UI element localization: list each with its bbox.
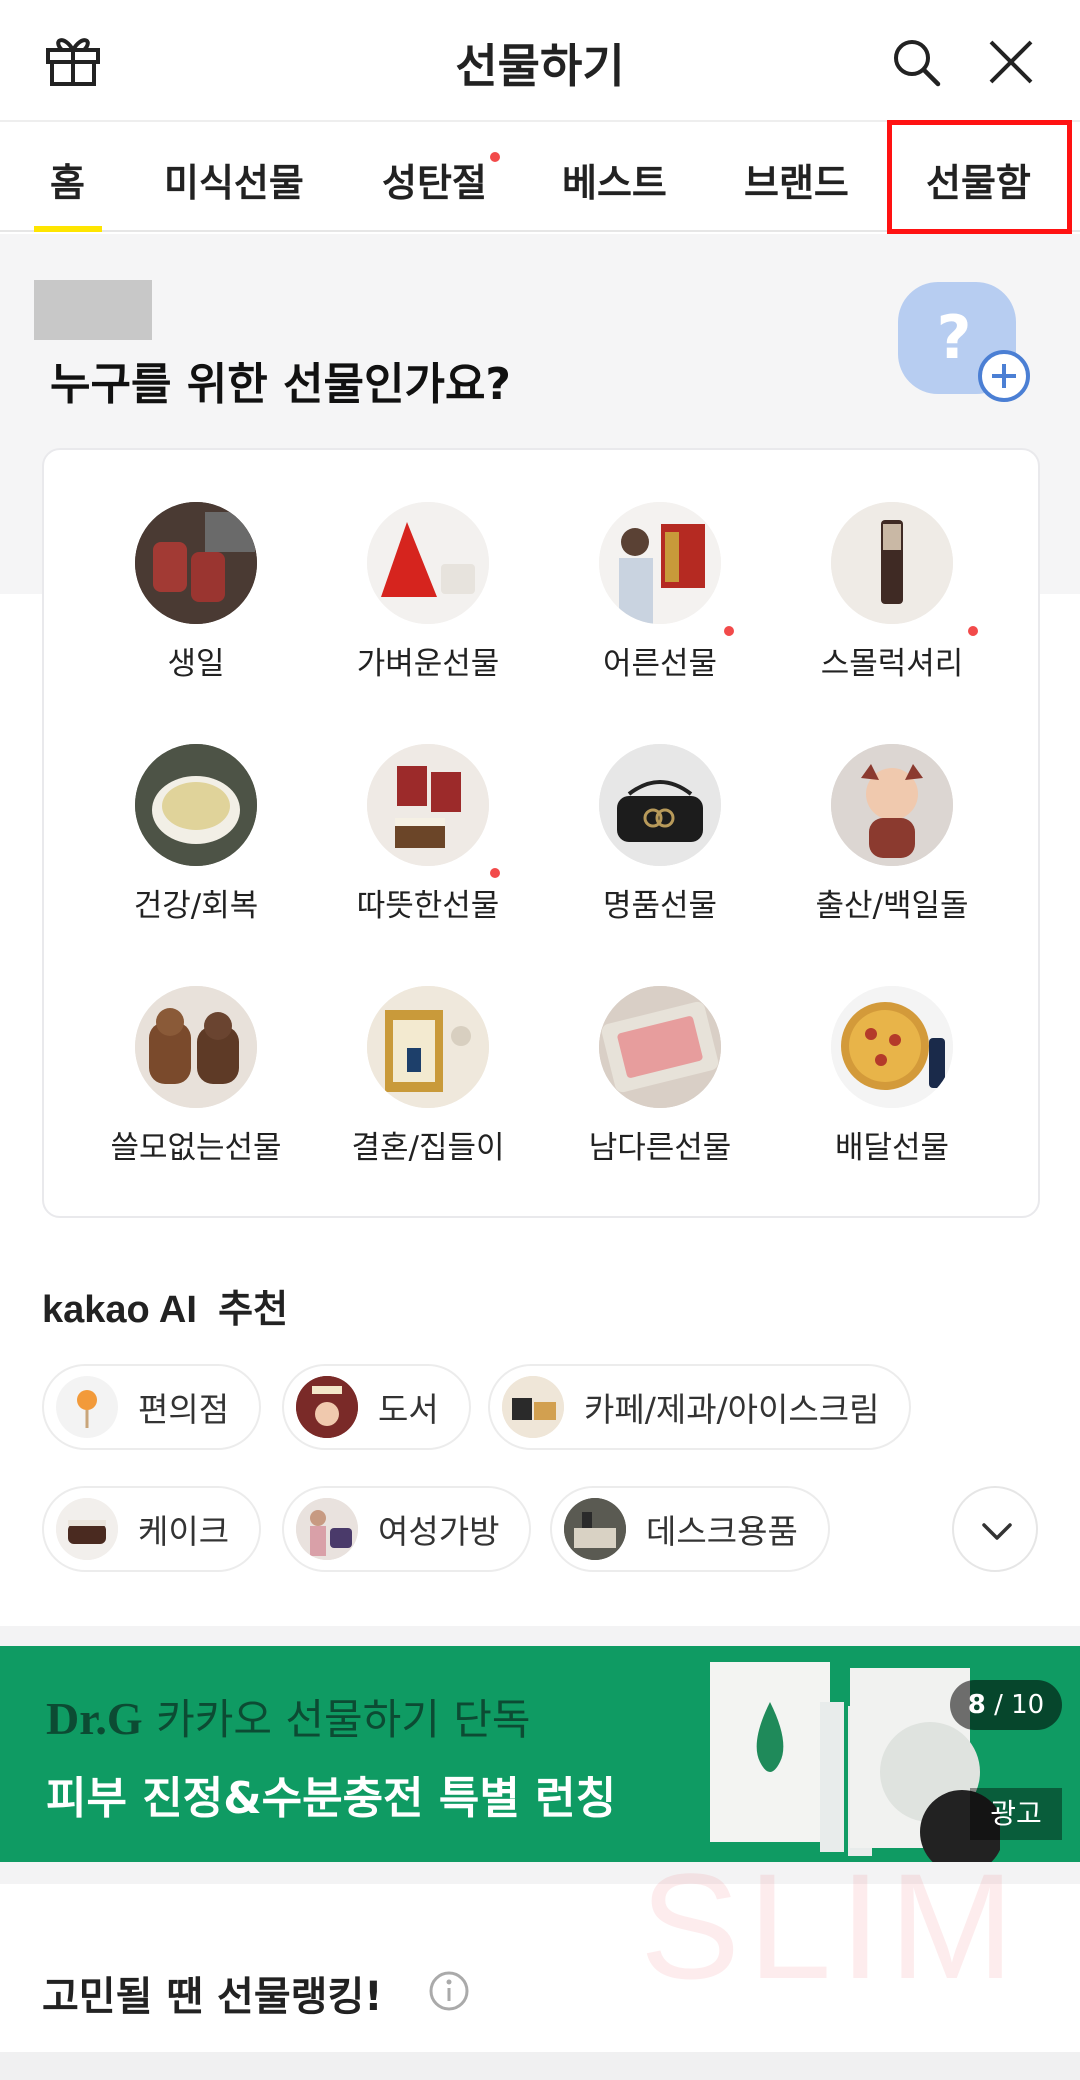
banner-counter-current: 8 xyxy=(967,1690,986,1720)
tab-home[interactable]: 홈 xyxy=(50,152,85,207)
chip-label: 케이크 xyxy=(138,1512,230,1551)
chip-cafe[interactable]: 카페/제과/아이스크림 xyxy=(488,1364,912,1450)
banner-page-counter: 8 / 10 xyxy=(950,1680,1062,1730)
banner-counter-separator: / xyxy=(985,1690,1012,1720)
category-image xyxy=(831,502,953,624)
category-label: 명품선물 xyxy=(602,888,718,924)
watermark: SLIM xyxy=(640,1842,1023,2010)
hero-question: 누구를 위한 선물인가요? xyxy=(50,359,511,410)
category-special-gift[interactable]: 남다른선물 xyxy=(544,986,776,1167)
banner-line1-text: 카카오 선물하기 단독 xyxy=(156,1695,531,1744)
new-dot xyxy=(968,626,978,636)
category-label: 스몰럭셔리 xyxy=(820,646,964,682)
category-label: 따뜻한선물 xyxy=(356,888,500,924)
chip-books[interactable]: 도서 xyxy=(282,1364,471,1450)
chip-convenience-store[interactable]: 편의점 xyxy=(42,1364,262,1450)
tab-gourmet[interactable]: 미식선물 xyxy=(164,152,304,207)
category-label: 배달선물 xyxy=(834,1130,950,1166)
tab-best[interactable]: 베스트 xyxy=(562,152,667,207)
category-image xyxy=(831,986,953,1108)
banner-brand: Dr.G xyxy=(46,1693,143,1744)
ranking-title: 고민될 땐 선물랭킹! xyxy=(42,1974,383,2020)
category-image xyxy=(135,986,257,1108)
category-wedding[interactable]: 결혼/집들이 xyxy=(312,986,544,1167)
category-label: 쓸모없는선물 xyxy=(110,1130,282,1166)
highlight-box xyxy=(887,120,1072,234)
category-label: 건강/회복 xyxy=(133,888,259,924)
category-image xyxy=(135,744,257,866)
category-light-gift[interactable]: 가벼운선물 xyxy=(312,502,544,683)
chip-thumb xyxy=(56,1376,118,1438)
chip-cake[interactable]: 케이크 xyxy=(42,1486,262,1572)
search-icon[interactable] xyxy=(890,36,942,88)
ai-suffix: 추천 xyxy=(218,1287,289,1331)
ai-brand: kakao AI xyxy=(42,1289,197,1331)
tab-christmas[interactable]: 성탄절 xyxy=(382,152,487,207)
section-divider xyxy=(0,1626,1080,1646)
category-delivery[interactable]: 배달선물 xyxy=(776,986,1008,1167)
info-icon[interactable] xyxy=(428,1970,470,2012)
ad-banner[interactable]: Dr.G 카카오 선물하기 단독 피부 진정&수분충전 특별 런칭 8 / 10… xyxy=(0,1646,1080,1862)
category-image xyxy=(135,502,257,624)
chip-label: 여성가방 xyxy=(378,1512,500,1551)
chip-thumb xyxy=(296,1498,358,1560)
category-label: 남다른선물 xyxy=(588,1130,732,1166)
category-image xyxy=(599,986,721,1108)
category-label: 어른선물 xyxy=(602,646,718,682)
chip-thumb xyxy=(296,1376,358,1438)
new-dot xyxy=(724,626,734,636)
category-luxury[interactable]: 명품선물 xyxy=(544,744,776,925)
category-health[interactable]: 건강/회복 xyxy=(80,744,312,925)
banner-counter-total: 10 xyxy=(1011,1690,1045,1720)
chip-thumb xyxy=(502,1376,564,1438)
active-tab-indicator xyxy=(34,226,102,232)
category-label: 가벼운선물 xyxy=(356,646,500,682)
chip-label: 편의점 xyxy=(138,1390,230,1429)
category-elder-gift[interactable]: 어른선물 xyxy=(544,502,776,683)
chip-label: 도서 xyxy=(378,1390,439,1429)
chip-desk-items[interactable]: 데스크용품 xyxy=(550,1486,830,1572)
category-card: 생일 가벼운선물 어른선물 스몰럭셔리 건강/회복 따뜻한선물 명품선물 출산/… xyxy=(42,448,1040,1218)
chip-thumb xyxy=(56,1498,118,1560)
category-image xyxy=(367,986,489,1108)
banner-line2: 피부 진정&수분충전 특별 런칭 xyxy=(46,1773,617,1824)
bottom-strip xyxy=(0,2052,1080,2080)
expand-chips-button[interactable] xyxy=(952,1486,1038,1572)
category-image xyxy=(367,502,489,624)
category-image xyxy=(831,744,953,866)
chip-label: 데스크용품 xyxy=(646,1512,798,1551)
category-birthday[interactable]: 생일 xyxy=(80,502,312,683)
ai-section-title: kakao AI 추천 xyxy=(42,1278,288,1333)
ad-label: 광고 xyxy=(970,1788,1062,1840)
category-birth[interactable]: 출산/백일돌 xyxy=(776,744,1008,925)
category-label: 출산/백일돌 xyxy=(815,888,969,924)
chip-thumb xyxy=(564,1498,626,1560)
new-dot xyxy=(490,868,500,878)
svg-text:?: ? xyxy=(937,303,972,373)
chip-label: 카페/제과/아이스크림 xyxy=(584,1390,880,1429)
category-small-luxury[interactable]: 스몰럭셔리 xyxy=(776,502,1008,683)
banner-line1: Dr.G 카카오 선물하기 단독 xyxy=(46,1686,531,1747)
tab-brand[interactable]: 브랜드 xyxy=(744,152,849,207)
category-image xyxy=(599,744,721,866)
category-image xyxy=(367,744,489,866)
category-useless-gift[interactable]: 쓸모없는선물 xyxy=(80,986,312,1167)
category-label: 생일 xyxy=(167,646,225,682)
chip-womens-bag[interactable]: 여성가방 xyxy=(282,1486,532,1572)
category-label: 결혼/집들이 xyxy=(351,1130,505,1166)
app-header: 선물하기 xyxy=(0,0,1080,120)
category-warm-gift[interactable]: 따뜻한선물 xyxy=(312,744,544,925)
new-dot xyxy=(490,152,500,162)
chevron-down-icon xyxy=(982,1523,1012,1540)
close-icon[interactable] xyxy=(985,36,1037,88)
category-image xyxy=(599,502,721,624)
blurred-name xyxy=(34,280,152,340)
add-friend-icon[interactable]: ? xyxy=(896,282,1032,404)
